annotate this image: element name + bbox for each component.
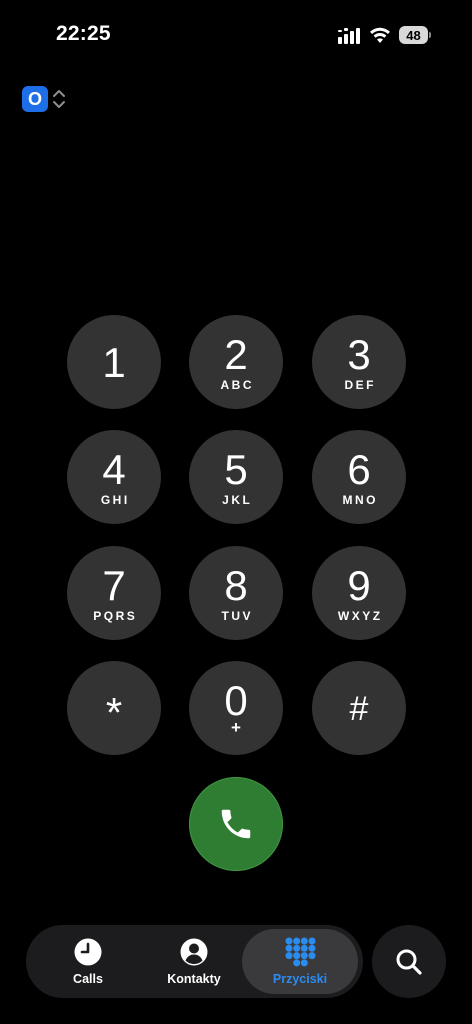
battery-tip [429, 32, 431, 38]
key-3[interactable]: 3 DEF [312, 315, 406, 409]
key-5[interactable]: 5 JKL [189, 430, 283, 524]
wifi-icon [370, 27, 390, 43]
clock-icon [74, 938, 102, 966]
status-time: 22:25 [56, 22, 111, 45]
key-digit: 4 [102, 446, 126, 493]
search-icon [396, 949, 422, 975]
call-button[interactable] [189, 777, 283, 871]
key-8[interactable]: 8 TUV [189, 546, 283, 640]
battery-icon: 48 [399, 26, 431, 44]
tab-kontakty[interactable]: Kontakty [140, 929, 248, 994]
phone-icon [221, 809, 251, 839]
key-1[interactable]: 1 [67, 315, 161, 409]
signal-icon [338, 28, 360, 44]
key-digit: 8 [224, 562, 248, 609]
key-hash[interactable]: # [312, 661, 406, 755]
key-letters: ABC [220, 378, 254, 392]
key-letters: DEF [344, 378, 376, 392]
key-digit: 0 [224, 677, 248, 724]
tab-label: Przyciski [272, 972, 328, 986]
battery-level: 48 [399, 26, 428, 44]
chevron-up-down-icon[interactable] [51, 88, 67, 110]
key-letters: PQRS [93, 609, 138, 623]
tab-label: Calls [73, 972, 103, 986]
tab-calls[interactable]: Calls [34, 929, 142, 994]
key-digit: 1 [102, 339, 126, 386]
tab-przyciski[interactable]: Przyciski [242, 929, 358, 994]
key-letters: TUV [221, 609, 253, 623]
key-digit: * [105, 689, 123, 736]
key-digit: 5 [224, 446, 248, 493]
key-digit: 3 [347, 331, 371, 378]
key-letters: JKL [222, 493, 253, 507]
key-letters: + [231, 718, 241, 737]
key-star[interactable]: * [67, 661, 161, 755]
sim-selector-badge[interactable]: O [22, 86, 48, 112]
key-digit: 6 [347, 446, 371, 493]
key-4[interactable]: 4 GHI [67, 430, 161, 524]
key-digit: 9 [347, 562, 371, 609]
key-digit: # [349, 690, 369, 728]
tab-bar: Calls Kontakty Przyciski [26, 925, 363, 998]
key-7[interactable]: 7 PQRS [67, 546, 161, 640]
key-letters: GHI [100, 493, 130, 507]
key-2[interactable]: 2 ABC [189, 315, 283, 409]
keypad-grid-icon [285, 937, 316, 967]
key-digit: 7 [102, 562, 126, 609]
person-icon [180, 938, 208, 966]
key-letters: MNO [342, 493, 378, 507]
key-6[interactable]: 6 MNO [312, 430, 406, 524]
search-button[interactable] [372, 925, 446, 998]
tab-label: Kontakty [167, 972, 221, 986]
key-9[interactable]: 9 WXYZ [312, 546, 406, 640]
key-letters: WXYZ [337, 609, 383, 623]
key-0[interactable]: 0 + [189, 661, 283, 755]
key-digit: 2 [224, 331, 248, 378]
